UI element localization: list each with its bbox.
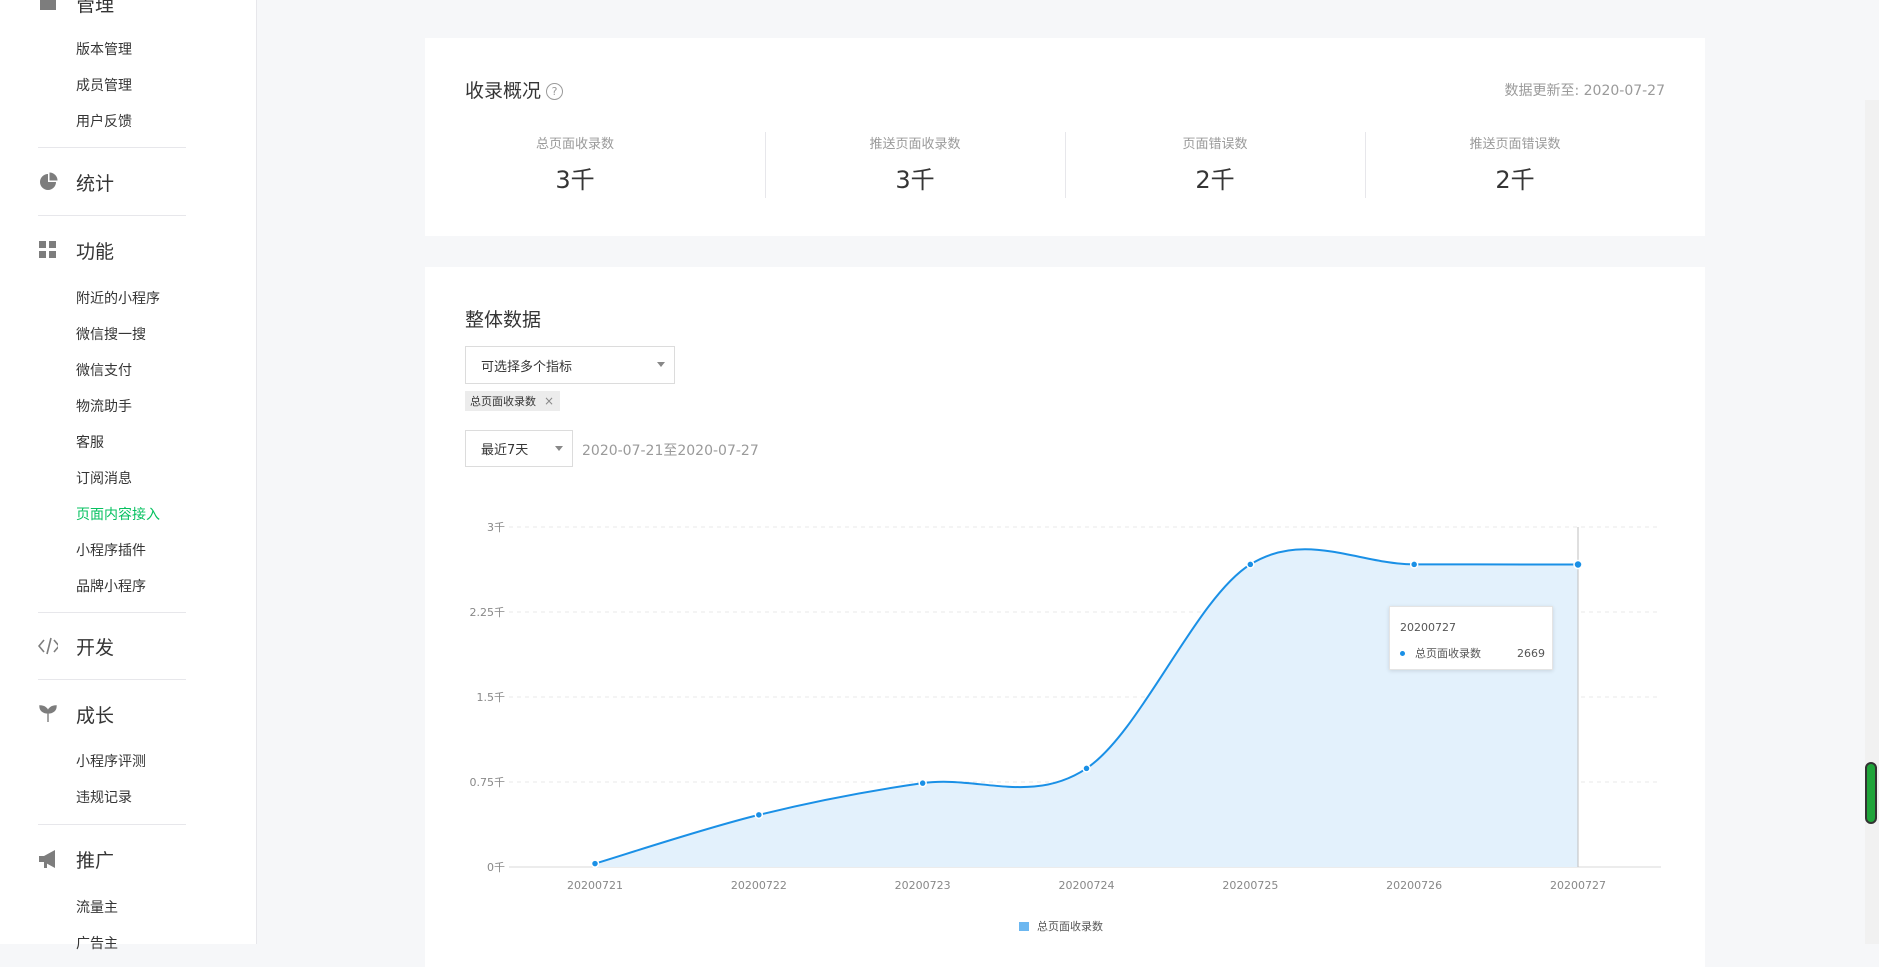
sidebar-item-wechat-pay[interactable]: 微信支付 (76, 361, 132, 381)
data-point (1409, 560, 1419, 569)
sidebar-section-growth[interactable]: 成长 (38, 699, 114, 729)
chart-tooltip: 20200727 总页面收录数 2669 (1389, 606, 1553, 670)
page-scrollbar[interactable] (1865, 100, 1879, 944)
sidebar-item-plugins[interactable]: 小程序插件 (76, 541, 146, 561)
overview-title: 收录概况? (465, 76, 564, 103)
divider (38, 612, 186, 613)
sidebar-section-label: 统计 (76, 172, 115, 195)
y-tick-label: 3千 (487, 521, 505, 534)
stat-value: 3千 (895, 166, 935, 194)
overall-data-card: 整体数据 可选择多个指标 总页面收录数 × 最近7天 2020-07-21至20… (425, 267, 1705, 967)
divider (38, 215, 186, 216)
y-tick-label: 0.75千 (470, 776, 506, 789)
sidebar-item-subscribe[interactable]: 订阅消息 (76, 469, 132, 489)
sidebar-section-stats[interactable]: 统计 (38, 167, 114, 197)
x-tick-label: 20200723 (895, 879, 951, 892)
stat-pushed-pages: 推送页面收录数 3千 (765, 133, 1065, 195)
divider (38, 824, 186, 825)
sidebar-item-customer-service[interactable]: 客服 (76, 433, 104, 453)
pie-chart-icon (38, 172, 58, 192)
data-point (1246, 560, 1255, 569)
sidebar-item-page-content[interactable]: 页面内容接入 (76, 505, 160, 525)
x-tick-label: 20200725 (1222, 879, 1278, 892)
management-icon (38, 0, 58, 13)
sidebar-item-traffic-owner[interactable]: 流量主 (76, 898, 118, 918)
data-updated-text: 数据更新至: 2020-07-27 (1504, 83, 1665, 99)
data-point (754, 810, 764, 820)
stat-label: 总页面收录数 (535, 137, 614, 152)
sidebar-section-label: 管理 (76, 0, 115, 16)
x-tick-label: 20200722 (731, 879, 787, 892)
sidebar-section-promotion[interactable]: 推广 (38, 844, 114, 874)
stat-value: 2千 (1495, 166, 1535, 194)
legend-label: 总页面收录数 (1037, 920, 1103, 933)
tooltip-series: 总页面收录数 (1415, 647, 1481, 660)
scrollbar-thumb[interactable] (1865, 762, 1877, 824)
sidebar-item-brand[interactable]: 品牌小程序 (76, 577, 146, 597)
chart-legend[interactable]: 总页面收录数 (1019, 918, 1103, 934)
stat-label: 页面错误数 (1182, 137, 1248, 152)
data-point (918, 778, 927, 788)
stat-pushed-errors: 推送页面错误数 2千 (1365, 133, 1665, 195)
overview-card: 收录概况? 数据更新至: 2020-07-27 总页面收录数 3千 推送页面收录… (425, 38, 1705, 236)
sidebar-section-label: 开发 (76, 636, 115, 659)
divider (38, 679, 186, 680)
sidebar-section-label: 推广 (76, 849, 115, 872)
sidebar-item-evaluation[interactable]: 小程序评测 (76, 752, 146, 772)
sidebar-section-label: 成长 (76, 704, 115, 727)
sidebar-section-management[interactable]: 管理 (38, 0, 114, 18)
sidebar-item-violations[interactable]: 违规记录 (76, 788, 132, 808)
stat-value: 2千 (1195, 166, 1235, 194)
tooltip-row: 总页面收录数 2669 (1400, 645, 1545, 661)
sidebar-section-features[interactable]: 功能 (38, 235, 114, 265)
x-tick-label: 20200727 (1550, 879, 1606, 892)
stat-label: 推送页面收录数 (869, 137, 961, 152)
code-icon (38, 636, 58, 656)
stat-label: 推送页面错误数 (1469, 137, 1561, 152)
divider (38, 147, 186, 148)
series-dot-icon (1400, 650, 1405, 656)
y-tick-label: 2.25千 (470, 606, 506, 619)
sidebar: 管理 版本管理 成员管理 用户反馈 统计 功能 附近的小程序 微信搜一搜 微信支… (0, 0, 257, 952)
data-point (1082, 764, 1091, 773)
sprout-icon (38, 704, 58, 724)
megaphone-icon (38, 849, 58, 869)
x-tick-label: 20200724 (1059, 879, 1115, 892)
stat-total-pages: 总页面收录数 3千 (425, 133, 725, 195)
sidebar-item-advertiser[interactable]: 广告主 (76, 934, 118, 954)
sidebar-item-feedback[interactable]: 用户反馈 (76, 112, 132, 132)
overview-title-text: 收录概况 (465, 80, 542, 102)
sidebar-section-dev[interactable]: 开发 (38, 631, 114, 661)
sidebar-item-version[interactable]: 版本管理 (76, 40, 132, 60)
sidebar-item-nearby[interactable]: 附近的小程序 (76, 289, 160, 309)
data-point (1573, 559, 1583, 570)
stat-page-errors: 页面错误数 2千 (1065, 133, 1365, 195)
x-tick-label: 20200726 (1386, 879, 1442, 892)
sidebar-item-wechat-search[interactable]: 微信搜一搜 (76, 325, 146, 345)
grid-icon (38, 240, 58, 260)
legend-swatch (1019, 921, 1029, 931)
x-tick-label: 20200721 (567, 879, 623, 892)
tooltip-value: 2669 (1517, 646, 1545, 660)
y-tick-label: 0千 (487, 861, 505, 874)
tooltip-date: 20200727 (1400, 621, 1456, 634)
help-icon[interactable]: ? (546, 83, 564, 100)
stat-value: 3千 (555, 166, 595, 194)
sidebar-item-members[interactable]: 成员管理 (76, 76, 132, 96)
sidebar-item-logistics[interactable]: 物流助手 (76, 397, 132, 417)
y-tick-label: 1.5千 (477, 691, 506, 704)
data-point (590, 859, 600, 868)
sidebar-section-label: 功能 (76, 240, 115, 263)
